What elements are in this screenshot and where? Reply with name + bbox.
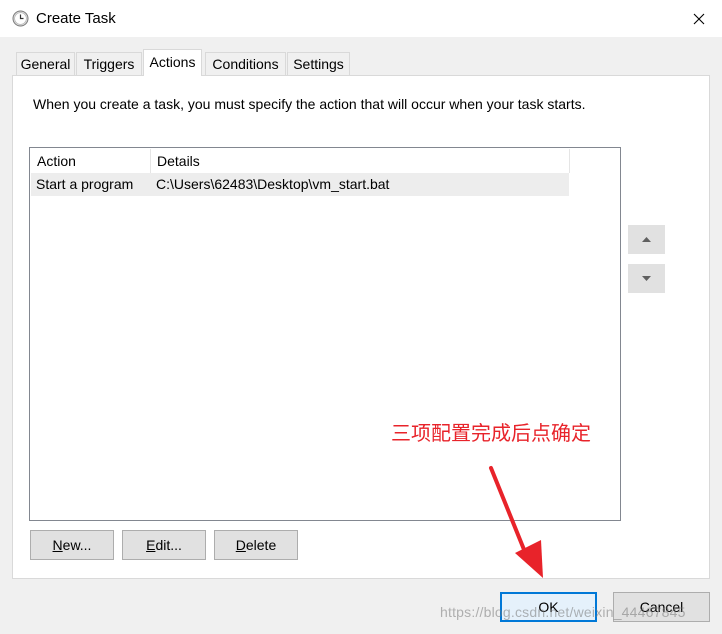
tab-triggers[interactable]: Triggers: [76, 52, 142, 75]
close-button[interactable]: [676, 0, 722, 37]
triangle-up-icon: [642, 237, 651, 242]
column-header-action[interactable]: Action: [31, 149, 151, 173]
move-up-button[interactable]: [628, 225, 665, 254]
delete-action-button[interactable]: Delete: [214, 530, 298, 560]
annotation-text: 三项配置完成后点确定: [391, 421, 591, 445]
actions-description: When you create a task, you must specify…: [33, 96, 586, 112]
title-bar: Create Task: [0, 0, 722, 37]
tab-settings[interactable]: Settings: [287, 52, 350, 75]
close-icon: [693, 13, 705, 24]
delete-mnemonic: D: [235, 537, 246, 553]
edit-action-button[interactable]: Edit...: [122, 530, 206, 560]
tab-actions[interactable]: Actions: [143, 49, 202, 76]
new-label-rest: ew...: [62, 537, 92, 553]
new-action-button[interactable]: New...: [30, 530, 114, 560]
new-mnemonic: N: [52, 537, 63, 553]
triangle-down-icon: [642, 276, 651, 281]
move-down-button[interactable]: [628, 264, 665, 293]
annotation-arrow-icon: [489, 466, 543, 578]
tab-conditions[interactable]: Conditions: [205, 52, 286, 75]
delete-label-rest: elete: [245, 537, 277, 553]
window-title: Create Task: [36, 10, 116, 27]
watermark: https://blog.csdn.net/weixin_44467845: [440, 604, 686, 620]
column-header-details[interactable]: Details: [151, 149, 570, 173]
row-details-cell: C:\Users\62483\Desktop\vm_start.bat: [156, 176, 390, 192]
table-row[interactable]: Start a program C:\Users\62483\Desktop\v…: [31, 173, 569, 196]
task-scheduler-clock-icon: [12, 10, 29, 27]
edit-label-rest: dit...: [155, 537, 182, 553]
row-action-cell: Start a program: [36, 176, 134, 192]
tab-general[interactable]: General: [16, 52, 75, 75]
